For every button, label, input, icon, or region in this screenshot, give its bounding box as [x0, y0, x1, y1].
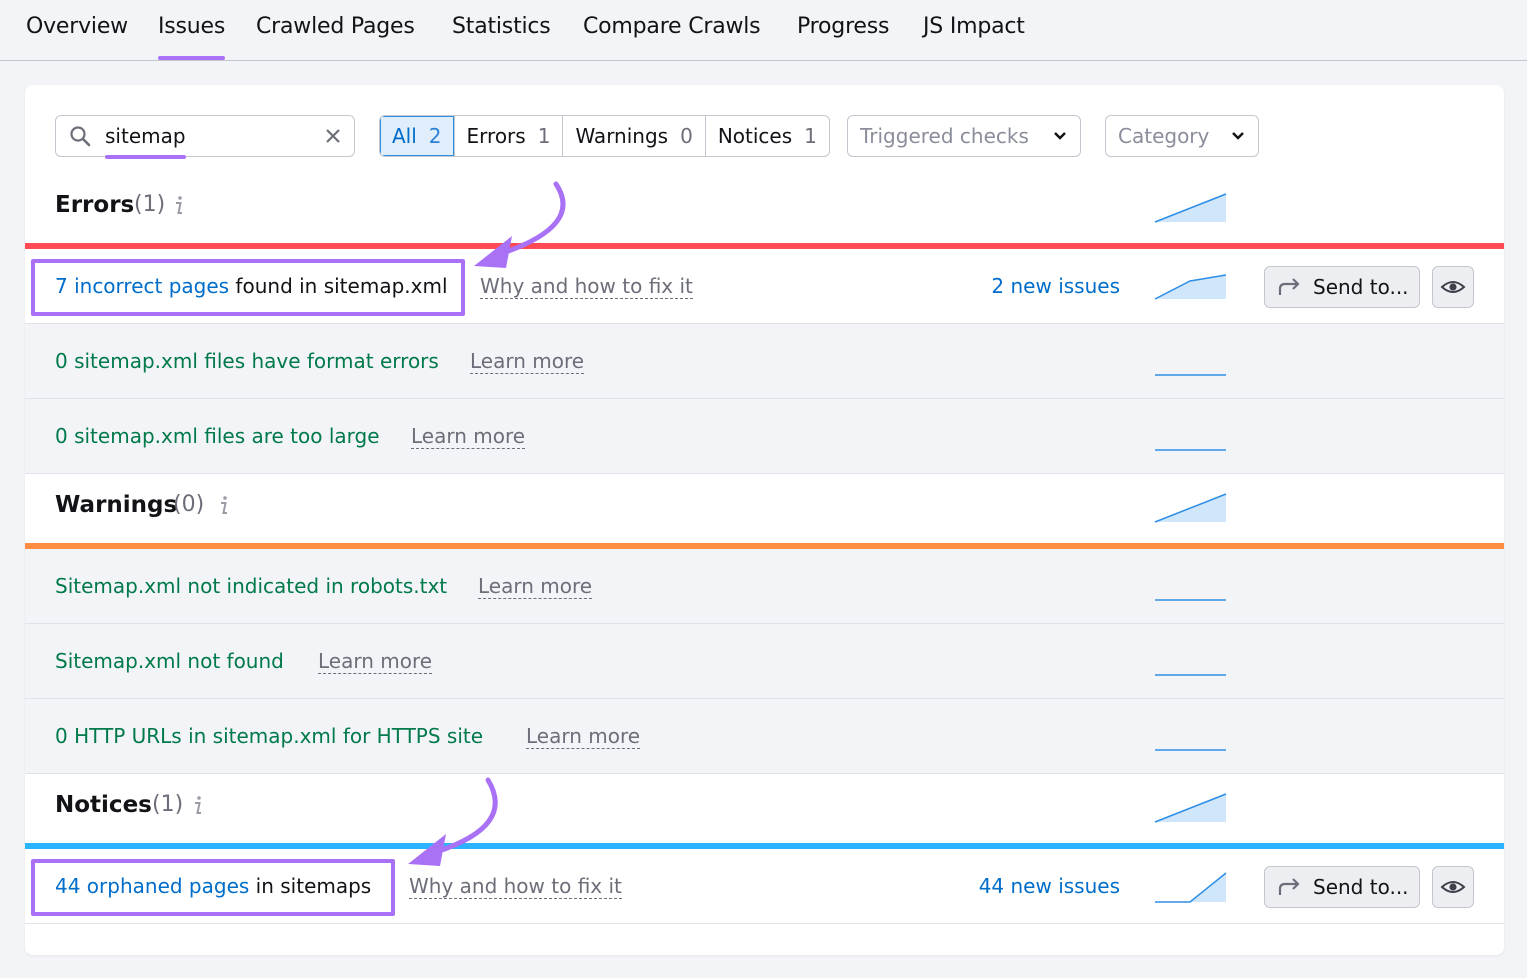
- info-icon[interactable]: [218, 494, 230, 516]
- learn-more-link[interactable]: Learn more: [470, 349, 585, 374]
- filter-all[interactable]: All 2: [380, 116, 455, 156]
- tab-progress[interactable]: Progress: [797, 14, 889, 39]
- dropdown-label: Triggered checks: [860, 124, 1029, 148]
- chevron-down-icon: [1232, 132, 1244, 140]
- issue-text: Sitemap.xml not found: [55, 649, 284, 673]
- hide-issue-button[interactable]: [1432, 866, 1474, 908]
- trend-sparkline: [1155, 872, 1227, 903]
- filter-errors[interactable]: Errors 1: [455, 116, 564, 156]
- issue-row-http-urls: 0 HTTP URLs in sitemap.xml for HTTPS sit…: [25, 699, 1504, 774]
- share-arrow-icon: [1278, 878, 1300, 895]
- trend-sparkline: [1154, 193, 1227, 223]
- issue-text: 0 sitemap.xml files have format errors: [55, 349, 439, 373]
- triggered-checks-dropdown[interactable]: Triggered checks: [847, 115, 1081, 157]
- learn-more-link[interactable]: Learn more: [526, 724, 641, 749]
- filter-count: 1: [804, 124, 817, 148]
- trend-sparkline: [1155, 374, 1226, 376]
- hide-issue-button[interactable]: [1432, 266, 1474, 308]
- learn-more-link[interactable]: Learn more: [411, 424, 526, 449]
- dropdown-label: Category: [1118, 124, 1210, 148]
- search-input[interactable]: sitemap: [55, 115, 355, 159]
- filter-label: All: [392, 124, 417, 148]
- trend-sparkline: [1154, 493, 1227, 523]
- filter-count: 0: [680, 124, 693, 148]
- trend-sparkline: [1155, 749, 1226, 751]
- send-to-label: Send to...: [1313, 875, 1409, 899]
- tab-compare-crawls[interactable]: Compare Crawls: [583, 14, 761, 39]
- info-icon[interactable]: [173, 194, 185, 216]
- filter-notices[interactable]: Notices 1: [706, 116, 829, 156]
- issue-text: 0 sitemap.xml files are too large: [55, 424, 380, 448]
- filter-count: 1: [537, 124, 551, 148]
- search-value[interactable]: sitemap: [105, 124, 186, 159]
- new-issues-link[interactable]: 44 new issues: [979, 874, 1120, 898]
- learn-more-link[interactable]: Learn more: [478, 574, 593, 599]
- info-icon[interactable]: [192, 794, 204, 816]
- errors-group-header: Errors (1): [25, 180, 1504, 240]
- tab-statistics[interactable]: Statistics: [452, 14, 551, 39]
- new-issues-link[interactable]: 2 new issues: [991, 274, 1120, 298]
- highlight-box: [31, 259, 465, 316]
- search-icon: [70, 126, 91, 147]
- issue-text: Sitemap.xml not indicated in robots.txt: [55, 574, 448, 598]
- annotation-arrow-icon: [408, 777, 498, 866]
- trend-sparkline: [1154, 274, 1227, 300]
- close-icon[interactable]: [324, 127, 342, 145]
- group-count: (1): [152, 792, 184, 817]
- group-title: Errors: [55, 192, 135, 218]
- issues-card: sitemap All 2 Errors 1 Warnings 0 Notices 1 …: [25, 85, 1504, 955]
- send-to-button[interactable]: Send to...: [1264, 866, 1420, 908]
- issue-row-too-large: 0 sitemap.xml files are too large Learn …: [25, 399, 1504, 474]
- issue-row-not-found: Sitemap.xml not found Learn more: [25, 624, 1504, 699]
- trend-sparkline: [1154, 793, 1227, 823]
- group-count: (1): [134, 192, 166, 217]
- chevron-down-icon: [1054, 132, 1066, 140]
- warnings-group-header: Warnings (0): [25, 480, 1504, 540]
- issue-row-not-in-robots: Sitemap.xml not indicated in robots.txt …: [25, 549, 1504, 624]
- issue-text: 0 HTTP URLs in sitemap.xml for HTTPS sit…: [55, 724, 484, 748]
- issue-type-filter: All 2 Errors 1 Warnings 0 Notices 1: [379, 115, 830, 157]
- trend-sparkline: [1155, 674, 1226, 676]
- filter-label: Errors: [466, 124, 526, 148]
- issue-row-format-errors: 0 sitemap.xml files have format errors L…: [25, 324, 1504, 399]
- category-dropdown[interactable]: Category: [1105, 115, 1259, 157]
- notices-group-header: Notices (1): [25, 780, 1504, 840]
- top-navigation: Overview Issues Crawled Pages Statistics…: [0, 0, 1527, 61]
- trend-sparkline: [1155, 449, 1226, 451]
- group-title: Notices: [55, 792, 152, 818]
- tab-overview[interactable]: Overview: [26, 14, 128, 39]
- group-count: (0): [173, 492, 205, 517]
- tab-crawled-pages[interactable]: Crawled Pages: [256, 14, 415, 39]
- highlight-box: [31, 859, 395, 916]
- send-to-label: Send to...: [1313, 275, 1409, 299]
- filter-label: Warnings: [575, 124, 669, 148]
- group-title: Warnings: [55, 492, 178, 518]
- tab-js-impact[interactable]: JS Impact: [923, 14, 1025, 39]
- learn-more-link[interactable]: Learn more: [318, 649, 433, 674]
- filter-warnings[interactable]: Warnings 0: [563, 116, 706, 156]
- share-arrow-icon: [1278, 278, 1300, 295]
- tab-issues[interactable]: Issues: [158, 14, 225, 60]
- filter-label: Notices: [717, 124, 793, 148]
- eye-icon: [1440, 881, 1466, 893]
- send-to-button[interactable]: Send to...: [1264, 266, 1420, 308]
- trend-sparkline: [1155, 599, 1226, 601]
- filter-count: 2: [428, 124, 442, 148]
- annotation-arrow-icon: [474, 181, 566, 268]
- eye-icon: [1440, 281, 1466, 293]
- why-how-fix-link[interactable]: Why and how to fix it: [409, 874, 622, 899]
